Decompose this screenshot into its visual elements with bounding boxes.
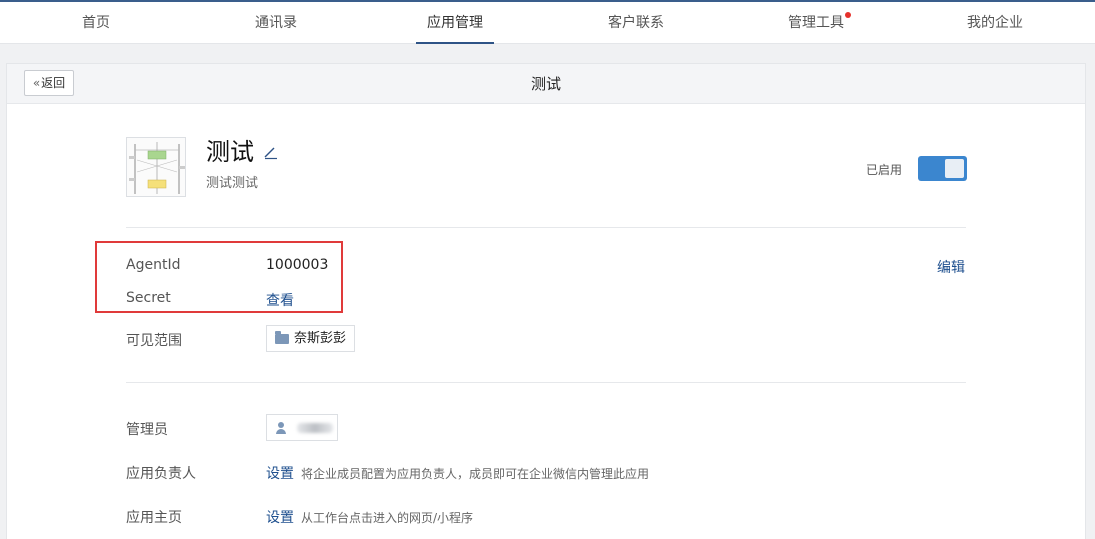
app-homepage-hint: 从工作台点击进入的网页/小程序 bbox=[301, 511, 474, 525]
app-owner-label: 应用负责人 bbox=[126, 466, 196, 482]
card-header: 测试 «返回 bbox=[7, 64, 1085, 104]
page-title: 测试 bbox=[530, 75, 561, 93]
app-detail-card: 测试 «返回 测试 测试测试 已启用 AgentId 1000003 Secre… bbox=[6, 63, 1086, 539]
nav-customer-contact[interactable]: 客户联系 bbox=[586, 2, 686, 44]
secret-label: Secret bbox=[126, 290, 171, 306]
admin-label: 管理员 bbox=[126, 422, 168, 438]
agentid-label: AgentId bbox=[126, 257, 181, 273]
back-button-label: 返回 bbox=[41, 76, 66, 90]
app-name: 测试 bbox=[206, 138, 254, 166]
double-chevron-left-icon: « bbox=[32, 76, 41, 90]
nav-management-tools[interactable]: 管理工具 bbox=[766, 2, 866, 44]
nav-app-management[interactable]: 应用管理 bbox=[405, 2, 505, 44]
enable-toggle[interactable] bbox=[918, 156, 967, 181]
app-owner-set-link[interactable]: 设置 bbox=[266, 463, 294, 483]
view-secret-link[interactable]: 查看 bbox=[266, 290, 294, 310]
edit-pencil-icon[interactable] bbox=[262, 144, 278, 160]
nav-my-enterprise[interactable]: 我的企业 bbox=[945, 2, 1045, 44]
person-icon bbox=[275, 421, 287, 434]
enabled-status-label: 已启用 bbox=[866, 163, 903, 177]
app-icon-image bbox=[126, 137, 186, 197]
nav-home[interactable]: 首页 bbox=[46, 2, 146, 44]
admin-member-tag[interactable] bbox=[266, 414, 338, 441]
agentid-value: 1000003 bbox=[266, 257, 329, 273]
blurred-admin-name bbox=[297, 422, 333, 433]
folder-icon bbox=[275, 330, 289, 344]
app-owner-hint: 将企业成员配置为应用负责人，成员即可在企业微信内管理此应用 bbox=[301, 467, 650, 481]
toggle-knob bbox=[945, 159, 964, 178]
divider bbox=[126, 227, 966, 228]
app-description: 测试测试 bbox=[206, 176, 259, 191]
nav-contacts[interactable]: 通讯录 bbox=[226, 2, 326, 44]
app-homepage-label: 应用主页 bbox=[126, 510, 182, 526]
divider bbox=[126, 382, 966, 383]
back-button[interactable]: «返回 bbox=[24, 70, 74, 96]
visibility-scope-tag[interactable]: 奈斯彭彭 bbox=[266, 325, 356, 352]
visibility-scope-name: 奈斯彭彭 bbox=[294, 331, 347, 346]
visibility-label: 可见范围 bbox=[126, 333, 182, 349]
edit-link[interactable]: 编辑 bbox=[937, 257, 965, 277]
app-homepage-set-link[interactable]: 设置 bbox=[266, 507, 294, 527]
top-nav: 首页 通讯录 应用管理 客户联系 管理工具 我的企业 bbox=[0, 0, 1095, 44]
notification-dot bbox=[845, 12, 851, 18]
flowchart-thumbnail-icon bbox=[127, 138, 185, 196]
